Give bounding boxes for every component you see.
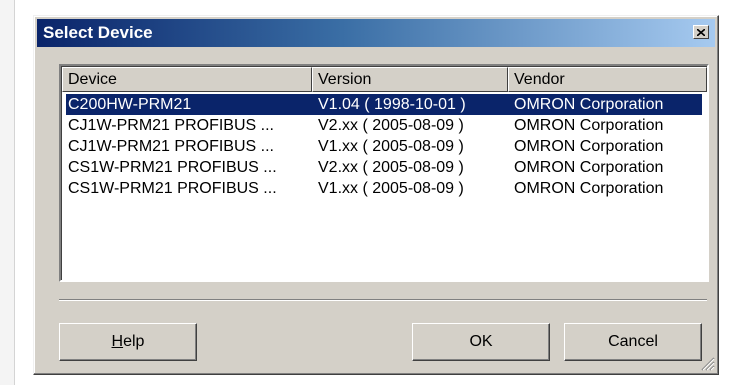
device-list[interactable]: Device Version Vendor C200HW-PRM21 V1.04… xyxy=(59,64,709,282)
close-button[interactable] xyxy=(693,25,709,39)
ok-button-label: OK xyxy=(469,333,493,350)
vendor-cell: OMRON Corporation xyxy=(514,180,664,197)
list-item[interactable]: CS1W-PRM21 PROFIBUS ... V1.xx ( 2005-08-… xyxy=(66,178,702,199)
list-item[interactable]: CJ1W-PRM21 PROFIBUS ... V2.xx ( 2005-08-… xyxy=(66,115,702,136)
device-cell: CJ1W-PRM21 PROFIBUS ... xyxy=(68,117,274,134)
close-icon xyxy=(697,28,705,36)
help-button[interactable]: Help xyxy=(59,323,197,361)
help-button-label: Help xyxy=(111,333,145,350)
title-bar[interactable]: Select Device xyxy=(37,19,715,47)
device-cell: CS1W-PRM21 PROFIBUS ... xyxy=(68,159,277,176)
list-item[interactable]: C200HW-PRM21 V1.04 ( 1998-10-01 ) OMRON … xyxy=(66,94,702,115)
version-cell: V1.04 ( 1998-10-01 ) xyxy=(318,96,466,113)
column-header-version[interactable]: Version xyxy=(312,67,508,92)
vendor-cell: OMRON Corporation xyxy=(514,117,664,134)
cancel-button-label: Cancel xyxy=(608,333,658,350)
column-header-vendor[interactable]: Vendor xyxy=(508,67,707,92)
list-item[interactable]: CS1W-PRM21 PROFIBUS ... V2.xx ( 2005-08-… xyxy=(66,157,702,178)
version-cell: V1.xx ( 2005-08-09 ) xyxy=(318,180,464,197)
vendor-cell: OMRON Corporation xyxy=(514,159,664,176)
document-margin xyxy=(0,0,15,385)
column-header-device[interactable]: Device xyxy=(62,67,312,92)
vendor-cell: OMRON Corporation xyxy=(514,96,664,113)
version-cell: V2.xx ( 2005-08-09 ) xyxy=(318,159,464,176)
dialog-title: Select Device xyxy=(43,23,153,42)
select-device-dialog: Select Device Device Version Vendor C200… xyxy=(33,15,719,375)
cancel-button[interactable]: Cancel xyxy=(564,323,702,361)
list-item[interactable]: CJ1W-PRM21 PROFIBUS ... V1.xx ( 2005-08-… xyxy=(66,136,702,157)
version-cell: V2.xx ( 2005-08-09 ) xyxy=(318,117,464,134)
version-cell: V1.xx ( 2005-08-09 ) xyxy=(318,138,464,155)
device-cell: CJ1W-PRM21 PROFIBUS ... xyxy=(68,138,274,155)
device-cell: C200HW-PRM21 xyxy=(68,96,192,113)
separator-line xyxy=(59,299,707,301)
vendor-cell: OMRON Corporation xyxy=(514,138,664,155)
resize-grip-icon[interactable] xyxy=(697,353,715,371)
device-cell: CS1W-PRM21 PROFIBUS ... xyxy=(68,180,277,197)
ok-button[interactable]: OK xyxy=(412,323,550,361)
